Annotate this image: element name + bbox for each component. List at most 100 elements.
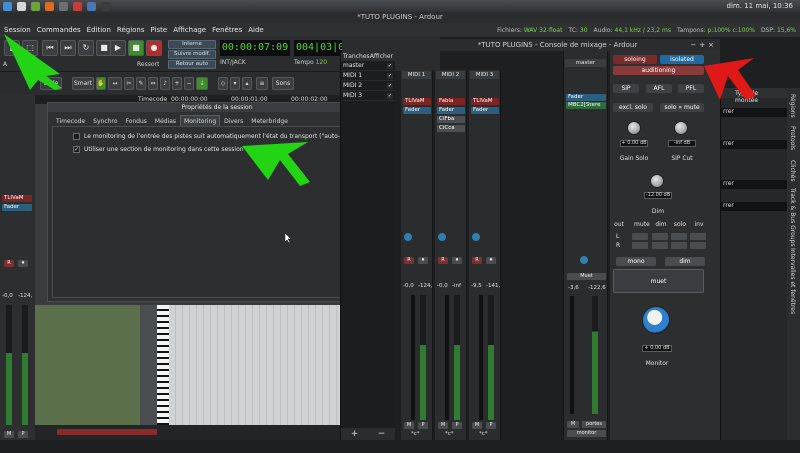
- window-list-icon[interactable]: [101, 1, 110, 11]
- draw-tool-icon[interactable]: ✎: [136, 77, 146, 90]
- list-item[interactable]: MIDI 1 ✓: [341, 71, 395, 81]
- summary-bar[interactable]: [35, 425, 340, 440]
- solo-mute-button[interactable]: solo » mute: [660, 103, 704, 112]
- pan-knob-icon[interactable]: [438, 233, 446, 241]
- editor-input-button[interactable]: ⏺: [18, 260, 28, 267]
- zoom-out-icon[interactable]: −: [184, 77, 194, 90]
- media-icon[interactable]: [73, 1, 82, 11]
- list-item[interactable]: master ✓: [341, 61, 395, 71]
- list-item[interactable]: MIDI 3 ✓: [341, 91, 395, 101]
- tab-regions[interactable]: Régions: [789, 94, 796, 118]
- afl-button[interactable]: AFL: [646, 84, 672, 93]
- monitor-section-checkbox[interactable]: ✓: [73, 146, 80, 153]
- settings-icon[interactable]: [59, 1, 68, 11]
- zoom-session-icon[interactable]: ◇: [218, 77, 228, 90]
- phase-button[interactable]: P: [452, 422, 462, 429]
- mute-button[interactable]: M: [472, 422, 482, 429]
- tab-monitoring[interactable]: Monitoring: [180, 115, 221, 126]
- plugin-fader[interactable]: Fader: [566, 94, 606, 101]
- expand-tracks-icon[interactable]: ▴: [242, 77, 252, 90]
- stretch-tool-icon[interactable]: ⇔: [148, 77, 158, 90]
- dim-r[interactable]: [652, 242, 668, 249]
- pan-knob-icon[interactable]: [472, 233, 480, 241]
- plugin-mbc2[interactable]: MBC2[Stere: [566, 102, 606, 109]
- strip-name[interactable]: MIDI 2: [436, 71, 465, 79]
- solo-gain-value[interactable]: + 0.00 dB: [620, 140, 648, 147]
- play-range-icon[interactable]: ■: [128, 40, 144, 56]
- nudge-icon[interactable]: ↓: [196, 77, 208, 90]
- menu-affichage[interactable]: Affichage: [173, 26, 206, 34]
- play-icon[interactable]: ▶: [110, 40, 126, 56]
- sip-cut-value[interactable]: -inf dB: [668, 140, 696, 147]
- tab-intervalles[interactable]: Intervalles et fenêtres: [789, 248, 796, 314]
- list-item[interactable]: MIDI 2 ✓: [341, 81, 395, 91]
- mute-button[interactable]: M: [404, 422, 414, 429]
- list-item[interactable]: rrer: [721, 140, 791, 149]
- sync-internal-button[interactable]: Interne: [168, 40, 216, 49]
- grab-tool-icon[interactable]: ✋: [96, 77, 106, 90]
- menu-edition[interactable]: Édition: [87, 26, 111, 34]
- app-menu-icon[interactable]: [3, 1, 12, 11]
- plugin-cifba[interactable]: CiFba: [437, 116, 465, 123]
- summary-viewport[interactable]: [57, 429, 157, 435]
- comment-button[interactable]: *c*: [445, 431, 454, 437]
- plugin-fader[interactable]: Fader: [403, 107, 431, 114]
- shrink-tracks-icon[interactable]: ▾: [230, 77, 240, 90]
- master-portes-button[interactable]: portes: [582, 421, 606, 428]
- zoom-in-icon[interactable]: +: [172, 77, 182, 90]
- isolated-button[interactable]: isolated: [660, 55, 704, 64]
- plugin-fader[interactable]: Fader: [437, 107, 465, 114]
- browser-icon[interactable]: [45, 1, 54, 11]
- input-monitor-icon[interactable]: ⏺: [418, 257, 428, 264]
- plugin-fader[interactable]: Fader: [471, 107, 499, 114]
- menu-aide[interactable]: Aide: [248, 26, 263, 34]
- piano-roll-keys[interactable]: [157, 305, 169, 425]
- file-manager-icon[interactable]: [17, 1, 26, 11]
- tab-track-bus-groups[interactable]: Track & Bus Groups: [789, 188, 796, 247]
- master-mute-button[interactable]: M: [567, 421, 579, 428]
- window-controls[interactable]: −+×: [690, 39, 717, 51]
- mute-l[interactable]: [632, 233, 648, 240]
- secondary-clock[interactable]: 004|03|0: [294, 40, 342, 56]
- editor-phase-button[interactable]: P: [18, 431, 28, 438]
- auto-input-option[interactable]: Le monitoring de l'entrée des pistes sui…: [73, 133, 361, 140]
- editor-mute-button[interactable]: M: [4, 431, 14, 438]
- cut-tool-icon[interactable]: ✂: [124, 77, 134, 90]
- monitor-section-option[interactable]: ✓ Utiliser une section de monitoring dan…: [73, 146, 244, 153]
- record-icon[interactable]: ●: [146, 40, 162, 56]
- tab-meterbridge[interactable]: Meterbridge: [247, 115, 292, 126]
- monitor-level-knob-icon[interactable]: [642, 306, 670, 334]
- soloing-button[interactable]: soloing: [613, 55, 657, 64]
- master-fader[interactable]: [570, 296, 574, 414]
- muet-button[interactable]: muet: [613, 269, 704, 293]
- show-checkbox[interactable]: ✓: [387, 72, 393, 79]
- editor-rec-button[interactable]: R: [4, 260, 14, 267]
- smart-mode-button[interactable]: Smart: [72, 77, 94, 90]
- sip-button[interactable]: SiP: [613, 84, 639, 93]
- menu-regions[interactable]: Régions: [117, 26, 145, 34]
- tab-synchro[interactable]: Synchro: [89, 115, 121, 126]
- menu-fenetres[interactable]: Fenêtres: [212, 26, 242, 34]
- solo-r[interactable]: [671, 242, 687, 249]
- gain-fader[interactable]: [479, 295, 483, 420]
- auto-input-checkbox[interactable]: [73, 133, 80, 140]
- comment-button[interactable]: *c*: [479, 431, 488, 437]
- monitor-level-value[interactable]: + 0.00 dB: [642, 345, 672, 352]
- comment-button[interactable]: *c*: [411, 431, 420, 437]
- phase-button[interactable]: P: [418, 422, 428, 429]
- system-clock[interactable]: dim. 11 mai, 10:36: [727, 2, 797, 10]
- list-item[interactable]: rrer: [721, 108, 791, 117]
- dim-knob-icon[interactable]: [650, 174, 664, 188]
- add-track-button[interactable]: +: [351, 428, 359, 440]
- plugin-tlivam[interactable]: TLIVaM: [471, 98, 499, 105]
- show-checkbox[interactable]: ✓: [387, 62, 393, 69]
- sip-cut-knob-icon[interactable]: [674, 121, 688, 135]
- excl-solo-button[interactable]: excl. solo: [613, 103, 653, 112]
- list-item[interactable]: rrer: [721, 180, 791, 189]
- master-monitor-button[interactable]: monitor: [567, 430, 606, 437]
- strip-name[interactable]: MIDI 1: [402, 71, 431, 79]
- workspace-icon[interactable]: [87, 1, 96, 11]
- audition-tool-icon[interactable]: ♪: [160, 77, 170, 90]
- editor-plugin-fader[interactable]: Fader: [2, 204, 32, 211]
- tab-timecode[interactable]: Timecode: [52, 115, 89, 126]
